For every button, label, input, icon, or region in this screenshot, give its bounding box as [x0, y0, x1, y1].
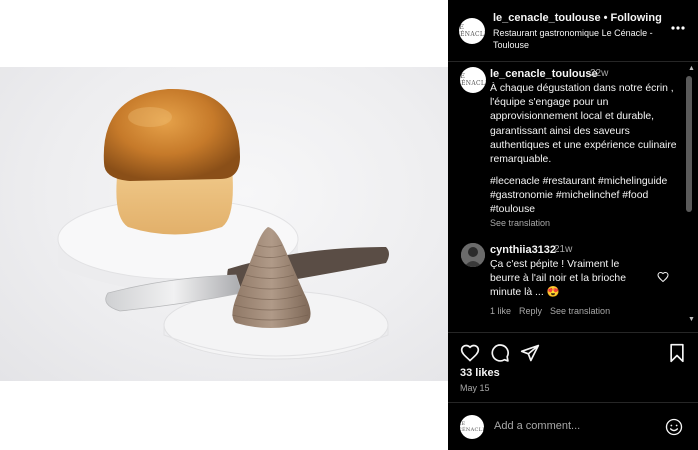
comment-input[interactable]: Add a comment... — [494, 420, 654, 432]
comment-like-heart-icon[interactable] — [657, 270, 669, 288]
caption-username[interactable]: le_cenacle_toulouse — [490, 68, 598, 80]
scroll-up-arrow-icon[interactable]: ▲ — [688, 65, 695, 72]
caption-text: À chaque dégustation dans notre écrin , … — [490, 83, 677, 166]
current-user-avatar[interactable]: LE CÉNACLE — [460, 415, 484, 439]
caption-author-avatar[interactable]: LE CÉNACLE — [460, 67, 486, 93]
caption-time[interactable]: 22w — [590, 68, 608, 79]
caption-avatar-monogram: LE CÉNACLE — [460, 73, 486, 87]
caption-see-translation[interactable]: See translation — [490, 218, 550, 228]
comment-text: Ça c'est pépite ! Vraiment le beurre à l… — [490, 259, 626, 299]
comment-reply-button[interactable]: Reply — [519, 306, 542, 316]
comment-username[interactable]: cynthiia3132 — [490, 244, 556, 256]
follow-status[interactable]: Following — [610, 12, 661, 24]
comments-section: LE CÉNACLE le_cenacle_toulouse 22w À cha… — [448, 62, 698, 332]
post-details-panel: LE CÉNACLE le_cenacle_toulouse•Following… — [448, 0, 698, 450]
author-avatar[interactable]: LE CÉNACLE — [459, 18, 485, 44]
post-image[interactable] — [0, 67, 448, 381]
separator-dot: • — [603, 12, 608, 24]
post-header: LE CÉNACLE le_cenacle_toulouse•Following… — [448, 0, 698, 62]
header-title: le_cenacle_toulouse • Following — [493, 12, 662, 24]
comment-icon[interactable] — [490, 343, 510, 368]
location-link[interactable]: Restaurant gastronomique Le Cénacle - To… — [493, 27, 663, 51]
comment-likes-count[interactable]: 1 like — [490, 306, 511, 316]
post-actions: 33 likes May 15 — [448, 332, 698, 402]
heart-icon[interactable] — [460, 343, 480, 368]
post-date[interactable]: May 15 — [460, 383, 490, 393]
commenter-avatar[interactable] — [461, 243, 485, 267]
scrollbar-thumb[interactable] — [686, 76, 692, 212]
comment-time[interactable]: 21w — [554, 244, 572, 255]
caption-hashtags[interactable]: #lecenacle #restaurant #michelinguide #g… — [490, 175, 686, 218]
add-comment-bar: LE CÉNACLE Add a comment... — [448, 402, 698, 450]
avatar-monogram: LE CÉNACLE — [459, 24, 485, 38]
comment-see-translation[interactable]: See translation — [550, 306, 610, 316]
author-username[interactable]: le_cenacle_toulouse — [493, 12, 601, 24]
post-media — [0, 0, 448, 450]
bookmark-icon[interactable] — [668, 343, 686, 368]
scroll-down-arrow-icon[interactable]: ▼ — [688, 316, 695, 323]
comment-meta: 1 like Reply See translation — [490, 306, 618, 316]
likes-count[interactable]: 33 likes — [460, 367, 500, 379]
current-user-monogram: LE CÉNACLE — [460, 421, 484, 433]
food-photo — [57, 88, 389, 360]
share-icon[interactable] — [520, 343, 540, 368]
person-icon — [461, 243, 485, 267]
emoji-icon[interactable] — [665, 418, 683, 441]
more-horizontal-icon[interactable] — [670, 20, 686, 41]
